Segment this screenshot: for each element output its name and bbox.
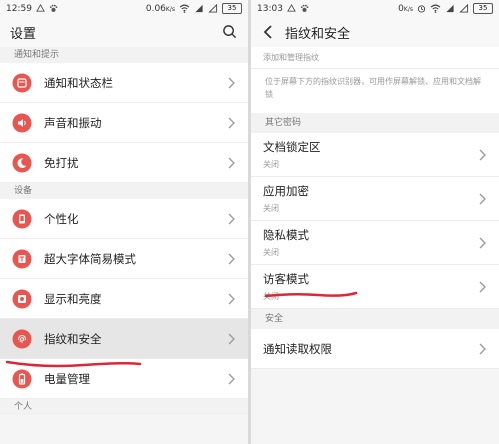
settings-item-status: 关闭 [263, 292, 279, 301]
settings-item-status: 关闭 [263, 248, 279, 257]
font-icon [12, 249, 32, 268]
settings-item-status: 关闭 [263, 204, 279, 213]
title-bar: 指纹和安全 [251, 17, 499, 47]
settings-item-label: 电量管理 [44, 371, 90, 386]
settings-item-manage-fingerprint[interactable]: 添加和管理指纹 [251, 47, 499, 69]
notification-status-icon [36, 4, 45, 13]
fingerprint-icon [12, 329, 32, 348]
status-bar: 12:59 0.06K/s 35 [0, 0, 248, 17]
signal-icon-2 [208, 4, 218, 13]
net-speed: 0K/s [398, 3, 413, 14]
settings-item-label: 超大字体简易模式 [44, 251, 136, 266]
settings-item-label: 免打扰 [44, 155, 79, 170]
settings-item-app-encrypt[interactable]: 应用加密 关闭 [251, 177, 499, 221]
search-icon[interactable] [222, 24, 238, 40]
fingerprint-description: 位于屏幕下方的指纹识别器，可用作屏幕解锁、应用和文档解锁 [251, 69, 499, 113]
section-header-other-passwords: 其它密码 [251, 113, 499, 133]
chevron-right-icon [228, 213, 235, 224]
settings-item-document-lock[interactable]: 文档锁定区 关闭 [251, 133, 499, 177]
sound-icon [12, 113, 32, 132]
settings-item-label: 添加和管理指纹 [263, 53, 319, 62]
settings-item-label: 隐私模式 [263, 228, 309, 242]
status-bar: 13:03 0K/s 35 [251, 0, 499, 17]
settings-item-label: 访客模式 [263, 272, 309, 286]
net-speed: 0.06K/s [145, 3, 175, 14]
brightness-icon [12, 289, 32, 308]
chevron-right-icon [228, 293, 235, 304]
settings-item-label: 指纹和安全 [44, 331, 102, 346]
battery-indicator: 35 [473, 3, 493, 14]
left-screen: 12:59 0.06K/s 35 设置 通知和提示 通知和状态栏 声音和振动 免… [0, 0, 248, 444]
settings-item-label: 通知和状态栏 [44, 75, 113, 90]
wifi-icon [430, 4, 441, 13]
alarm-icon [417, 4, 426, 13]
settings-item-label: 声音和振动 [44, 115, 102, 130]
settings-item-guest-mode[interactable]: 访客模式 关闭 [251, 265, 499, 309]
settings-item-label: 显示和亮度 [44, 291, 102, 306]
settings-item-label: 通知读取权限 [263, 341, 332, 356]
chevron-right-icon [479, 281, 486, 292]
settings-item-large-font[interactable]: 超大字体简易模式 [0, 239, 248, 279]
settings-item-label: 个性化 [44, 211, 79, 226]
personalize-icon [12, 209, 32, 228]
settings-item-status: 关闭 [263, 160, 279, 169]
battery-indicator: 35 [222, 3, 242, 14]
settings-item-label: 应用加密 [263, 184, 309, 198]
settings-item-label: 文档锁定区 [263, 140, 321, 154]
settings-item-display[interactable]: 显示和亮度 [0, 279, 248, 319]
settings-item-battery[interactable]: 电量管理 [0, 359, 248, 399]
chevron-right-icon [479, 343, 486, 354]
chevron-right-icon [228, 253, 235, 264]
section-header-personal: 个人 [0, 399, 248, 415]
back-arrow-icon[interactable] [261, 24, 277, 40]
chevron-right-icon [479, 193, 486, 204]
signal-icon-2 [459, 4, 469, 13]
status-time: 13:03 [257, 3, 283, 14]
chevron-right-icon [228, 373, 235, 384]
page-title: 设置 [10, 26, 37, 42]
page-title: 指纹和安全 [285, 26, 351, 42]
settings-item-notification[interactable]: 通知和状态栏 [0, 63, 248, 103]
chevron-right-icon [479, 237, 486, 248]
paw-icon [300, 4, 309, 13]
moon-icon [12, 153, 32, 172]
wifi-icon [179, 4, 190, 13]
settings-item-personalize[interactable]: 个性化 [0, 199, 248, 239]
section-header-security: 安全 [251, 309, 499, 329]
section-header-notify: 通知和提示 [0, 47, 248, 63]
signal-icon [194, 4, 204, 13]
chevron-right-icon [479, 149, 486, 160]
chevron-right-icon [228, 333, 235, 344]
notification-icon [12, 73, 32, 92]
chevron-right-icon [228, 157, 235, 168]
settings-item-sound[interactable]: 声音和振动 [0, 103, 248, 143]
chevron-right-icon [228, 77, 235, 88]
settings-item-dnd[interactable]: 免打扰 [0, 143, 248, 183]
notification-status-icon [287, 4, 296, 13]
settings-item-fingerprint[interactable]: 指纹和安全 [0, 319, 248, 359]
right-screen: 13:03 0K/s 35 指纹和安全 添加和管理指纹 位于屏幕下方的指纹识别器… [251, 0, 499, 444]
signal-icon [445, 4, 455, 13]
chevron-right-icon [228, 117, 235, 128]
title-bar: 设置 [0, 17, 248, 47]
paw-icon [49, 4, 58, 13]
section-header-device: 设备 [0, 183, 248, 199]
settings-item-privacy-mode[interactable]: 隐私模式 关闭 [251, 221, 499, 265]
status-time: 12:59 [6, 3, 32, 14]
settings-item-notification-access[interactable]: 通知读取权限 [251, 329, 499, 369]
battery-icon [12, 369, 32, 388]
